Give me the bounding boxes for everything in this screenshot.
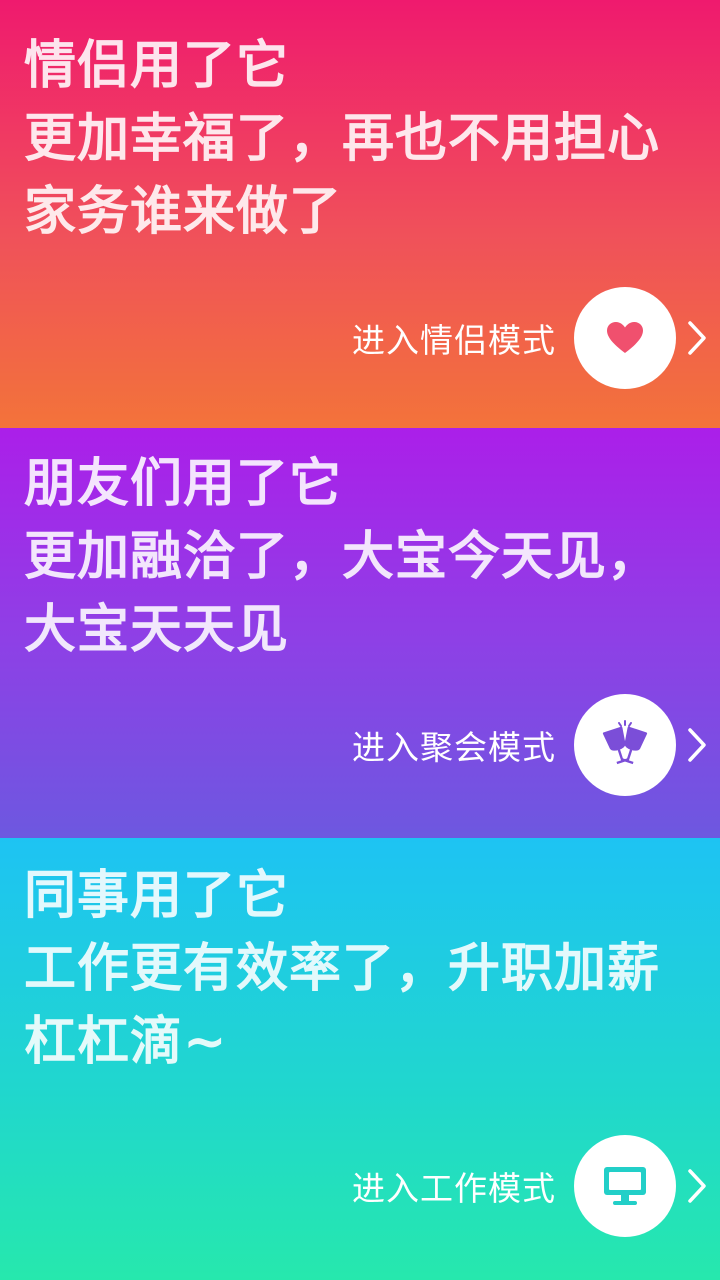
enter-party-mode-button[interactable]: 进入聚会模式: [352, 694, 708, 796]
chevron-right-icon[interactable]: [686, 725, 708, 765]
chevron-right-icon[interactable]: [686, 1166, 708, 1206]
headline-line: 家务谁来做了: [24, 182, 343, 242]
couple-mode-headline: 情侣用了它 更加幸福了，再也不用担心 家务谁来做了: [24, 30, 710, 249]
headline-line: 情侣用了它: [24, 36, 290, 96]
party-mode-panel: 朋友们用了它 更加融洽了，大宝今天见， 大宝天天见 进入聚会模式: [0, 428, 720, 838]
work-mode-headline: 同事用了它 工作更有效率了，升职加薪 杠杠滴~: [24, 860, 710, 1079]
headline-line: 工作更有效率了，升职加薪: [24, 939, 661, 999]
headline-line: 大宝天天见: [24, 600, 290, 660]
monitor-icon: [604, 1167, 646, 1205]
enter-work-mode-label: 进入工作模式: [352, 1169, 556, 1208]
work-mode-panel: 同事用了它 工作更有效率了，升职加薪 杠杠滴~ 进入工作模式: [0, 838, 720, 1280]
cheers-icon-circle[interactable]: [574, 694, 676, 796]
party-mode-headline: 朋友们用了它 更加融洽了，大宝今天见， 大宝天天见: [24, 448, 710, 667]
heart-icon: [607, 322, 643, 353]
headline-line: 同事用了它: [24, 866, 290, 926]
headline-line: 更加幸福了，再也不用担心: [24, 109, 661, 169]
enter-party-mode-label: 进入聚会模式: [352, 728, 556, 767]
headline-line: 杠杠滴~: [24, 1012, 228, 1072]
headline-line: 更加融洽了，大宝今天见，: [24, 527, 661, 587]
enter-couple-mode-button[interactable]: 进入情侣模式: [352, 287, 708, 389]
chevron-right-icon[interactable]: [686, 318, 708, 358]
enter-work-mode-button[interactable]: 进入工作模式: [352, 1135, 708, 1237]
cheers-glasses-icon: [602, 720, 648, 765]
monitor-icon-circle[interactable]: [574, 1135, 676, 1237]
headline-line: 朋友们用了它: [24, 454, 343, 514]
couple-mode-panel: 情侣用了它 更加幸福了，再也不用担心 家务谁来做了 进入情侣模式: [0, 0, 720, 428]
heart-icon-circle[interactable]: [574, 287, 676, 389]
enter-couple-mode-label: 进入情侣模式: [352, 321, 556, 360]
